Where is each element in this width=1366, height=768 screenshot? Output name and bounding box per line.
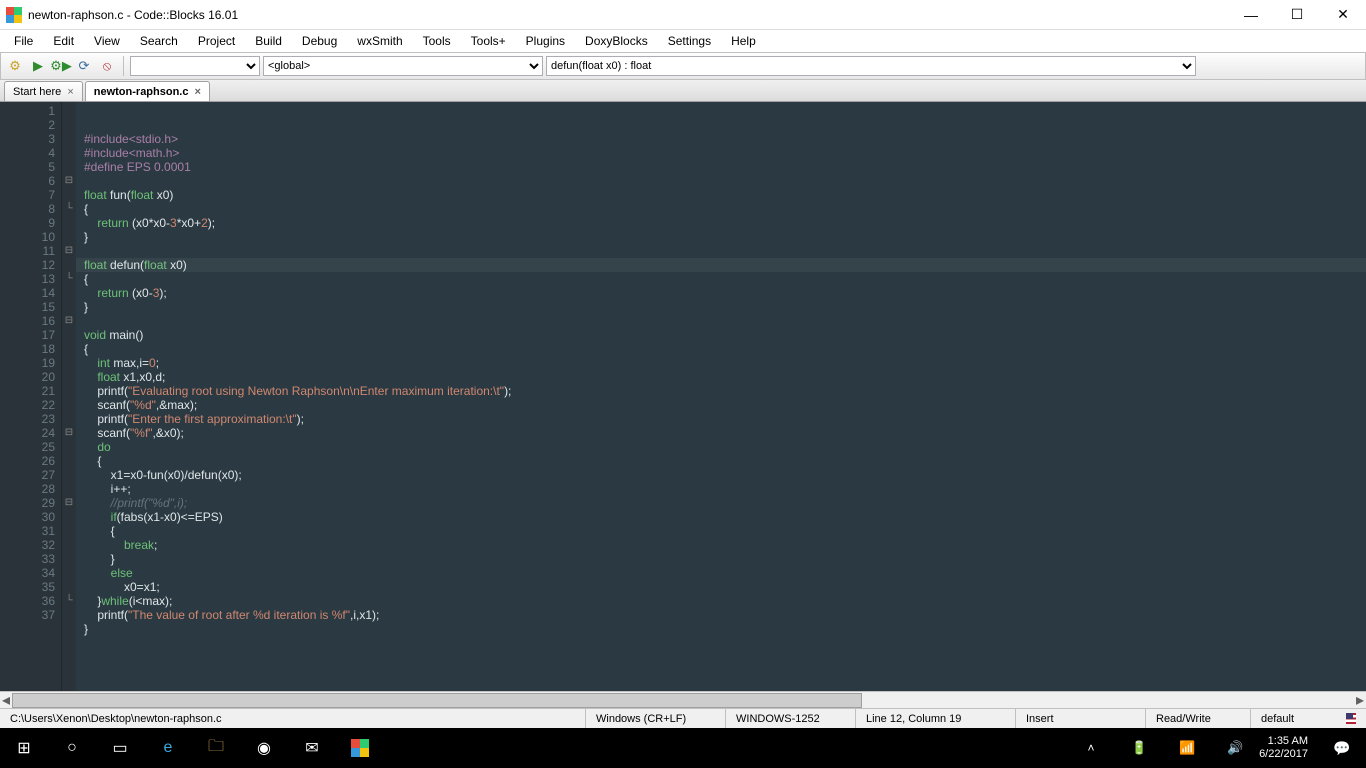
target-select[interactable] bbox=[130, 56, 260, 76]
run-icon[interactable]: ▶ bbox=[28, 56, 48, 76]
menu-build[interactable]: Build bbox=[245, 32, 292, 50]
chrome-icon[interactable]: ◉ bbox=[240, 728, 288, 768]
status-eol: Windows (CR+LF) bbox=[586, 709, 726, 728]
line-gutter: 1234567891011121314151617181920212223242… bbox=[0, 102, 62, 691]
windows-taskbar: ⊞ ○ ▭ e 🗀 ◉ ✉ ˄ 🔋 📶 🔊 1:35 AM6/22/2017 💬 bbox=[0, 728, 1366, 768]
build-icon[interactable]: ⚙ bbox=[5, 56, 25, 76]
menu-bar: File Edit View Search Project Build Debu… bbox=[0, 30, 1366, 52]
status-position: Line 12, Column 19 bbox=[856, 709, 1016, 728]
status-lang: default bbox=[1251, 709, 1336, 728]
menu-edit[interactable]: Edit bbox=[43, 32, 84, 50]
app-logo-icon bbox=[6, 7, 22, 23]
tab-bar: Start here × newton-raphson.c × bbox=[0, 80, 1366, 102]
window-title: newton-raphson.c - Code::Blocks 16.01 bbox=[28, 8, 1228, 22]
abort-icon[interactable]: ⦸ bbox=[97, 56, 117, 76]
code-area[interactable]: #include<stdio.h>#include<math.h>#define… bbox=[76, 102, 1366, 691]
task-view-icon[interactable]: ▭ bbox=[96, 728, 144, 768]
code-editor[interactable]: 1234567891011121314151617181920212223242… bbox=[0, 102, 1366, 691]
menu-file[interactable]: File bbox=[4, 32, 43, 50]
start-button[interactable]: ⊞ bbox=[0, 728, 48, 768]
status-path: C:\Users\Xenon\Desktop\newton-raphson.c bbox=[0, 709, 586, 728]
horizontal-scrollbar[interactable]: ◂ ▸ bbox=[0, 691, 1366, 708]
menu-debug[interactable]: Debug bbox=[292, 32, 347, 50]
battery-icon[interactable]: 🔋 bbox=[1115, 728, 1163, 768]
status-bar: C:\Users\Xenon\Desktop\newton-raphson.c … bbox=[0, 708, 1366, 728]
current-line-highlight bbox=[76, 258, 1366, 272]
close-button[interactable]: ✕ bbox=[1320, 0, 1366, 30]
flag-icon bbox=[1346, 713, 1356, 724]
edge-icon[interactable]: e bbox=[144, 728, 192, 768]
menu-plugins[interactable]: Plugins bbox=[516, 32, 575, 50]
tab-label: Start here bbox=[13, 86, 61, 98]
volume-icon[interactable]: 🔊 bbox=[1211, 728, 1259, 768]
menu-wxsmith[interactable]: wxSmith bbox=[347, 32, 412, 50]
file-explorer-icon[interactable]: 🗀 bbox=[192, 728, 240, 768]
menu-doxyblocks[interactable]: DoxyBlocks bbox=[575, 32, 658, 50]
wifi-icon[interactable]: 📶 bbox=[1163, 728, 1211, 768]
taskbar-clock[interactable]: 1:35 AM6/22/2017 bbox=[1259, 735, 1318, 761]
tab-label: newton-raphson.c bbox=[94, 86, 189, 98]
toolbar: ⚙ ▶ ⚙▶ ⟳ ⦸ <global> defun(float x0) : fl… bbox=[0, 52, 1366, 80]
menu-search[interactable]: Search bbox=[130, 32, 188, 50]
function-select[interactable]: defun(float x0) : float bbox=[546, 56, 1196, 76]
close-icon[interactable]: × bbox=[194, 86, 200, 98]
fold-column[interactable]: ⊟└⊟└⊟⊟⊟└ bbox=[62, 102, 76, 691]
codeblocks-taskbar-icon[interactable] bbox=[336, 728, 384, 768]
menu-toolsplus[interactable]: Tools+ bbox=[461, 32, 516, 50]
status-insert: Insert bbox=[1016, 709, 1146, 728]
tab-newton-raphson[interactable]: newton-raphson.c × bbox=[85, 81, 210, 101]
menu-view[interactable]: View bbox=[84, 32, 130, 50]
status-encoding: WINDOWS-1252 bbox=[726, 709, 856, 728]
menu-settings[interactable]: Settings bbox=[658, 32, 721, 50]
rebuild-icon[interactable]: ⟳ bbox=[74, 56, 94, 76]
notifications-icon[interactable]: 💬 bbox=[1318, 728, 1366, 768]
status-readwrite: Read/Write bbox=[1146, 709, 1251, 728]
tray-chevron-icon[interactable]: ˄ bbox=[1067, 728, 1115, 768]
close-icon[interactable]: × bbox=[67, 86, 73, 98]
menu-project[interactable]: Project bbox=[188, 32, 245, 50]
menu-tools[interactable]: Tools bbox=[413, 32, 461, 50]
scope-select[interactable]: <global> bbox=[263, 56, 543, 76]
minimize-button[interactable]: — bbox=[1228, 0, 1274, 30]
title-bar: newton-raphson.c - Code::Blocks 16.01 — … bbox=[0, 0, 1366, 30]
maximize-button[interactable]: ☐ bbox=[1274, 0, 1320, 30]
cortana-icon[interactable]: ○ bbox=[48, 728, 96, 768]
mail-icon[interactable]: ✉ bbox=[288, 728, 336, 768]
build-run-icon[interactable]: ⚙▶ bbox=[51, 56, 71, 76]
menu-help[interactable]: Help bbox=[721, 32, 766, 50]
tab-start-here[interactable]: Start here × bbox=[4, 81, 83, 101]
